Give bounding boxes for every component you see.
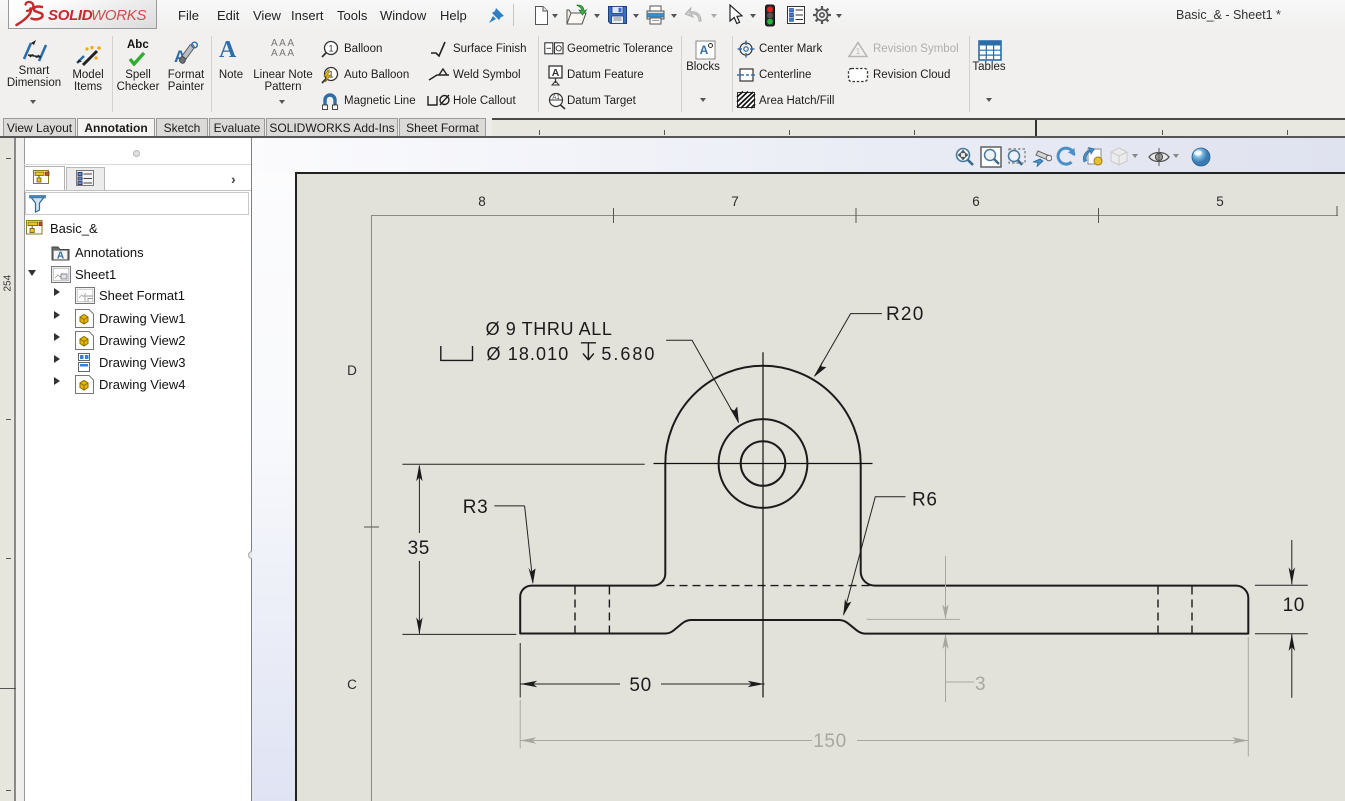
svg-text:R20: R20 [886,304,924,325]
svg-text:R6: R6 [912,490,938,511]
svg-text:Ø 18.010: Ø 18.010 [487,344,570,364]
svg-text:3: 3 [975,674,986,695]
svg-text:6: 6 [972,194,980,209]
svg-text:5.680: 5.680 [601,344,656,364]
svg-text:5: 5 [1216,194,1224,209]
svg-text:35: 35 [408,538,430,559]
svg-text:R3: R3 [463,497,489,518]
svg-text:C: C [347,677,357,692]
svg-text:D: D [347,363,357,378]
svg-text:8: 8 [478,194,486,209]
svg-text:150: 150 [813,731,847,752]
svg-text:Ø 9 THRU ALL: Ø 9 THRU ALL [486,319,613,339]
svg-text:7: 7 [731,194,739,209]
svg-text:50: 50 [629,675,651,696]
svg-text:10: 10 [1283,595,1305,616]
